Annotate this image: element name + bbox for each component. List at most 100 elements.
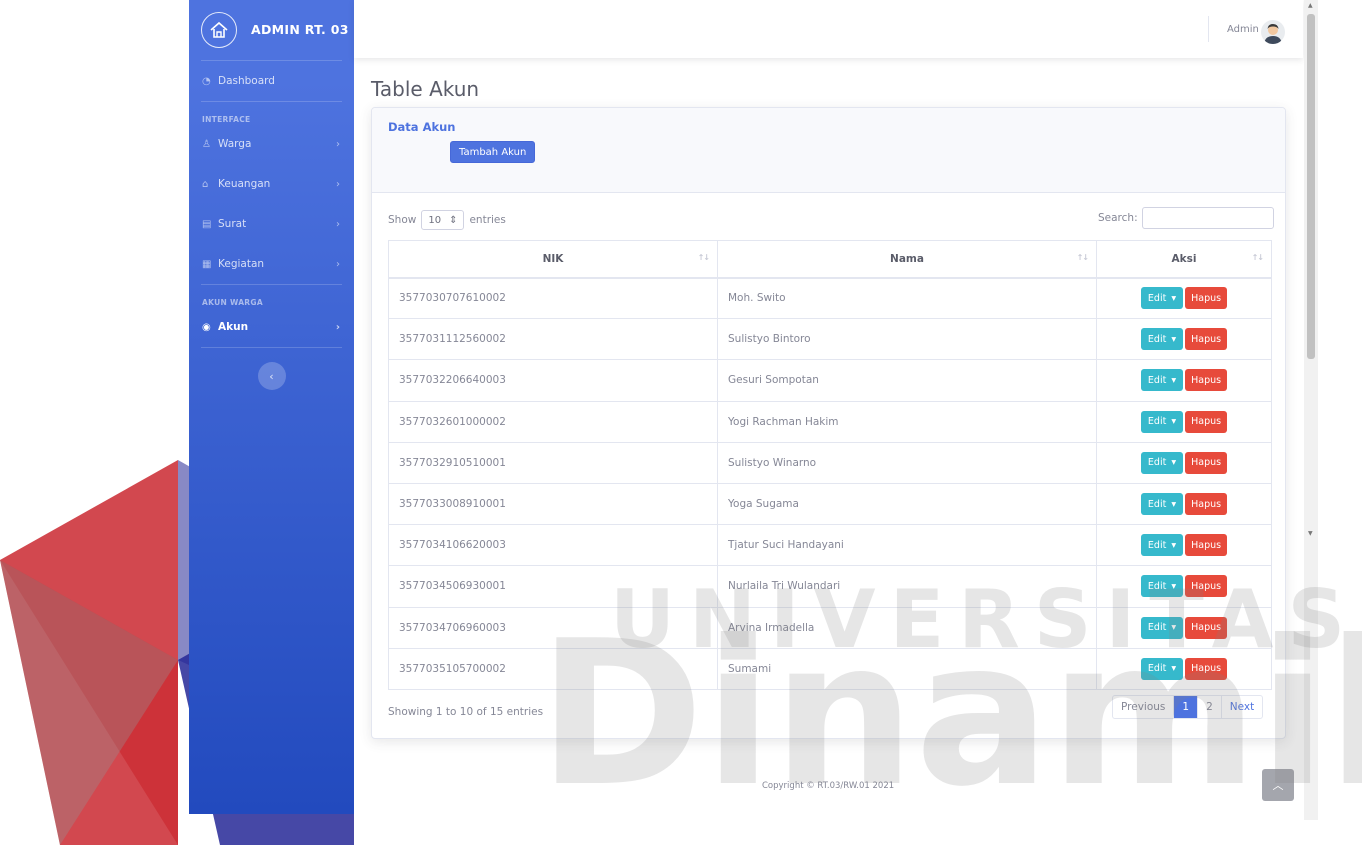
sidebar-heading-akun: AKUN WARGA	[202, 298, 263, 307]
edit-button[interactable]: Edit ▾	[1140, 451, 1184, 474]
sidebar-item-label: Akun	[218, 321, 249, 333]
user-name[interactable]: Admin	[1227, 24, 1259, 35]
scrollbar-thumb[interactable]	[1307, 14, 1315, 359]
caret-down-icon: ▾	[1171, 539, 1177, 551]
sidebar-toggle-button[interactable]: ‹	[257, 362, 286, 390]
caret-down-icon: ▾	[1171, 374, 1177, 386]
brand-title: ADMIN RT. 03	[251, 22, 349, 37]
watermark-text-dinamika: Dinamika	[538, 598, 1362, 831]
edit-label: Edit	[1147, 539, 1167, 551]
sidebar-item-akun[interactable]: ◉ Akun ›	[189, 307, 354, 347]
edit-button[interactable]: Edit ▾	[1140, 328, 1184, 351]
sidebar-item-surat[interactable]: ▤ Surat ›	[189, 204, 354, 244]
column-header-aksi[interactable]: Aksi ↑↓	[1096, 240, 1272, 279]
cell-nik: 3577031112560002	[388, 318, 718, 361]
file-icon: ▤	[202, 218, 212, 230]
cell-actions: Edit ▾ Hapus	[1096, 400, 1272, 443]
table-row: 3577032910510001 Sulistyo Winarno Edit ▾ H…	[388, 441, 1272, 484]
entries-label: entries	[469, 214, 506, 226]
chevron-right-icon: ›	[336, 218, 340, 230]
sidebar-heading-interface: INTERFACE	[202, 115, 251, 124]
column-header-label: NIK	[542, 252, 564, 265]
card-title: Data Akun	[388, 120, 456, 134]
delete-button[interactable]: Hapus	[1185, 369, 1228, 392]
cell-actions: Edit ▾ Hapus	[1096, 524, 1272, 567]
cell-nik: 3577032910510001	[388, 441, 718, 484]
user-circle-icon: ◉	[202, 321, 211, 333]
delete-button[interactable]: Hapus	[1185, 287, 1228, 310]
sidebar-item-dashboard[interactable]: ◔ Dashboard	[189, 61, 354, 101]
table-header-row: NIK ↑↓ Nama ↑↓ Aksi ↑↓	[388, 240, 1272, 279]
sidebar-item-keuangan[interactable]: ⌂ Keuangan ›	[189, 164, 354, 204]
edit-label: Edit	[1147, 333, 1167, 345]
delete-button[interactable]: Hapus	[1185, 410, 1228, 433]
cell-nik: 3577032601000002	[388, 400, 718, 443]
sidebar-divider	[201, 347, 342, 348]
user-icon: ♙	[202, 138, 211, 150]
edit-button[interactable]: Edit ▾	[1140, 493, 1184, 516]
delete-button[interactable]: Hapus	[1185, 451, 1228, 474]
edit-button[interactable]: Edit ▾	[1140, 410, 1184, 433]
caret-down-icon: ▾	[1171, 498, 1177, 510]
cell-actions: Edit ▾ Hapus	[1096, 359, 1272, 402]
bank-icon: ⌂	[202, 178, 209, 190]
cell-nik: 3577032206640003	[388, 359, 718, 402]
length-control: Show 10 ⇕ entries	[388, 210, 506, 230]
delete-button[interactable]: Hapus	[1185, 534, 1228, 557]
sidebar-item-label: Surat	[218, 218, 247, 230]
sidebar-item-label: Kegiatan	[218, 258, 265, 270]
column-header-nik[interactable]: NIK ↑↓	[388, 240, 718, 279]
edit-button[interactable]: Edit ▾	[1140, 534, 1184, 557]
edit-label: Edit	[1147, 498, 1167, 510]
column-header-label: Aksi	[1171, 252, 1197, 265]
calendar-icon: ▦	[202, 258, 212, 270]
dashboard-icon: ◔	[202, 75, 211, 87]
cell-nama: Tjatur Suci Handayani	[717, 524, 1097, 567]
table-row: 3577032601000002 Yogi Rachman Hakim Edit…	[388, 400, 1272, 443]
table-row: 3577034106620003 Tjatur Suci Handayani E…	[388, 524, 1272, 567]
cell-nama: Sulistyo Bintoro	[717, 318, 1097, 361]
app-window: ADMIN RT. 03 ◔ Dashboard INTERFACE ♙ War…	[0, 0, 1362, 845]
search-input[interactable]	[1141, 207, 1274, 229]
caret-down-icon: ▾	[1171, 416, 1177, 428]
sidebar-item-warga[interactable]: ♙ Warga ›	[189, 124, 354, 164]
edit-button[interactable]: Edit ▾	[1140, 287, 1184, 310]
caret-down-icon: ▾	[1171, 292, 1177, 304]
sort-icon: ↑↓	[1251, 253, 1264, 262]
avatar[interactable]	[1261, 20, 1285, 44]
cell-actions: Edit ▾ Hapus	[1096, 276, 1272, 320]
sidebar-brand[interactable]: ADMIN RT. 03	[189, 0, 354, 60]
table-info: Showing 1 to 10 of 15 entries	[388, 706, 544, 718]
sidebar-item-label: Warga	[218, 138, 252, 150]
cell-actions: Edit ▾ Hapus	[1096, 482, 1272, 526]
caret-down-icon: ▾	[1171, 457, 1177, 469]
show-label: Show	[388, 214, 417, 226]
page-title: Table Akun	[371, 77, 480, 101]
scroll-down-arrow-icon[interactable]: ▼	[1308, 530, 1313, 537]
table-row: 3577031112560002 Sulistyo Bintoro Edit ▾ H…	[388, 318, 1272, 361]
cell-nama: Yoga Sugama	[717, 482, 1097, 526]
cell-actions: Edit ▾ Hapus	[1096, 441, 1272, 484]
entries-select[interactable]: 10 ⇕	[421, 210, 465, 230]
sidebar-item-kegiatan[interactable]: ▦ Kegiatan ›	[189, 244, 354, 284]
chevron-right-icon: ›	[336, 258, 340, 270]
house-icon	[201, 12, 237, 48]
table-row: 3577033008910001 Yoga Sugama Edit ▾ Hapus	[388, 482, 1272, 526]
edit-button[interactable]: Edit ▾	[1140, 369, 1184, 392]
topbar: Admin	[354, 0, 1303, 58]
cell-nama: Sulistyo Winarno	[717, 441, 1097, 484]
entries-select-value: 10	[428, 214, 442, 226]
add-account-button[interactable]: Tambah Akun	[450, 141, 536, 163]
column-header-nama[interactable]: Nama ↑↓	[717, 240, 1097, 279]
card-header: Data Akun Tambah Akun	[372, 108, 1285, 193]
sidebar: ADMIN RT. 03 ◔ Dashboard INTERFACE ♙ War…	[189, 0, 354, 814]
delete-button[interactable]: Hapus	[1185, 328, 1228, 351]
scroll-up-arrow-icon[interactable]: ▲	[1308, 2, 1313, 9]
sidebar-item-label: Dashboard	[218, 75, 275, 87]
caret-down-icon: ▾	[1171, 333, 1177, 345]
delete-button[interactable]: Hapus	[1185, 493, 1228, 516]
column-header-label: Nama	[890, 252, 924, 265]
search-control: Search:	[1098, 207, 1274, 229]
edit-label: Edit	[1147, 292, 1167, 304]
chevron-right-icon: ›	[336, 178, 340, 190]
